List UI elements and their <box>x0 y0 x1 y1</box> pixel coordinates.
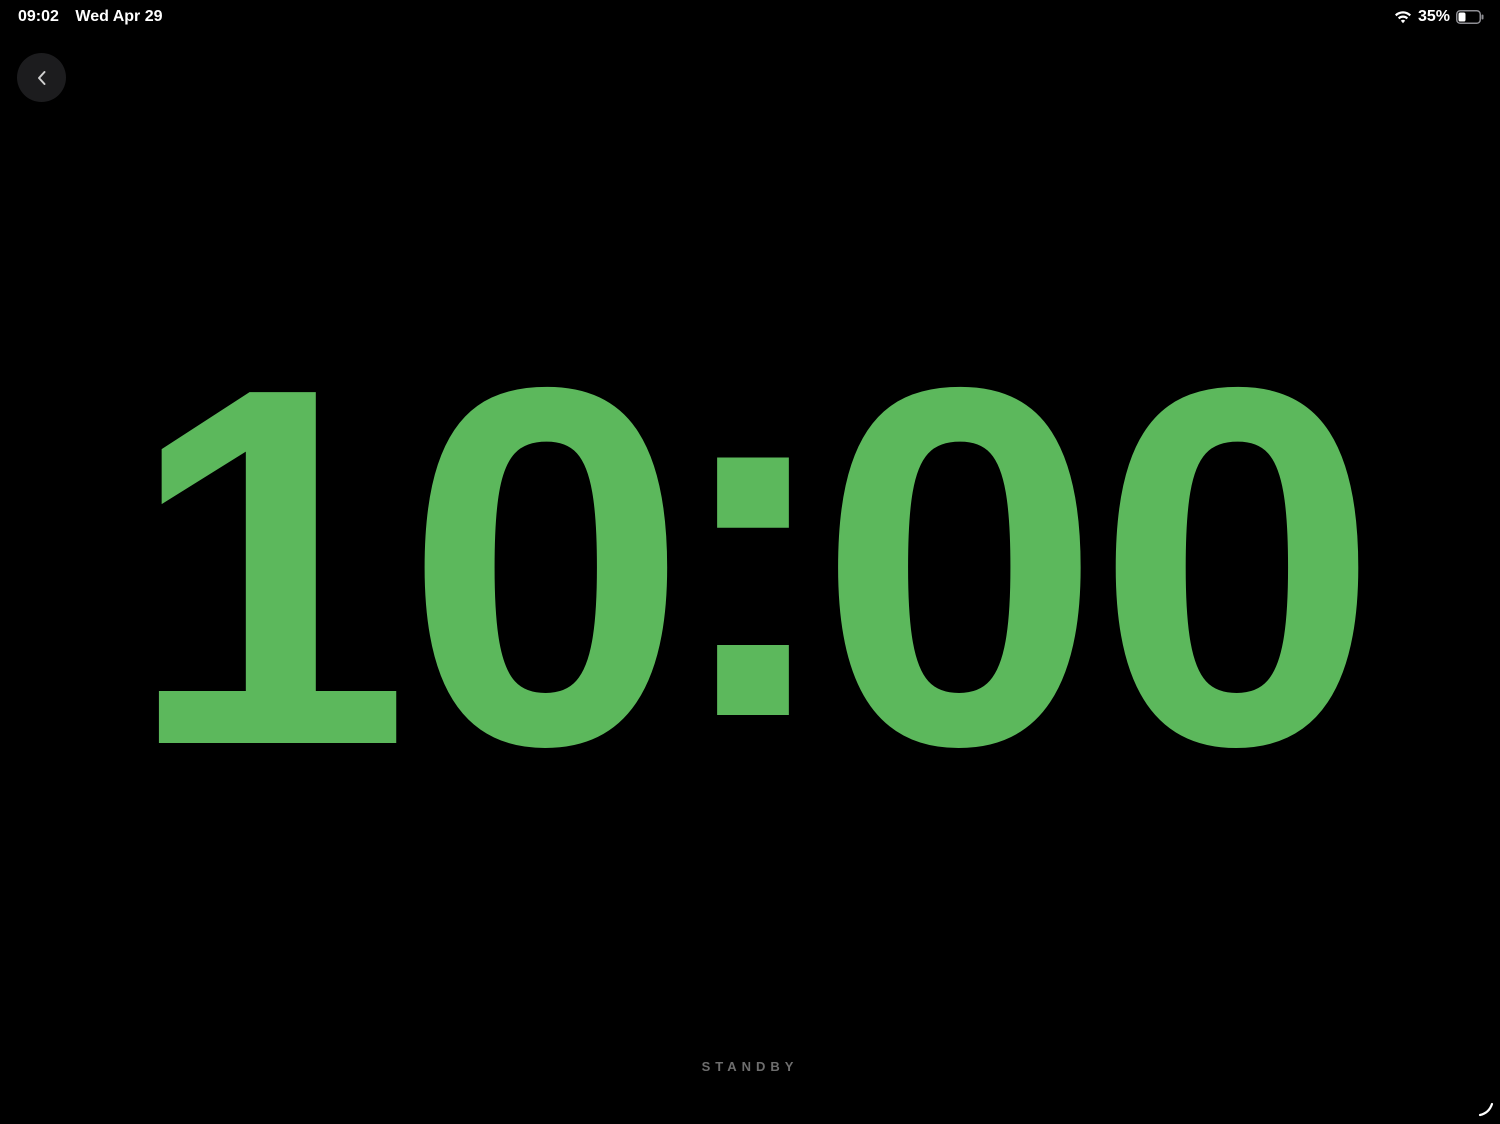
wifi-icon <box>1394 10 1412 24</box>
battery-percent: 35% <box>1417 8 1450 25</box>
standby-label: STANDBY <box>701 1059 799 1074</box>
standby-clock: 10 : 00 <box>0 282 1500 852</box>
clock-separator: : <box>668 254 838 824</box>
clock-minutes: 00 <box>817 282 1379 852</box>
chevron-left-icon <box>35 69 49 87</box>
status-date: Wed Apr 29 <box>75 8 163 25</box>
back-button[interactable] <box>17 53 66 102</box>
status-time: 09:02 <box>18 8 59 25</box>
battery-icon <box>1456 10 1484 24</box>
status-bar-left: 09:02 Wed Apr 29 <box>18 8 163 26</box>
status-bar-right: 35% <box>1394 8 1484 26</box>
clock-hours: 10 <box>126 282 688 852</box>
resize-handle-icon[interactable] <box>1477 1100 1495 1118</box>
battery-fill <box>1458 12 1466 22</box>
